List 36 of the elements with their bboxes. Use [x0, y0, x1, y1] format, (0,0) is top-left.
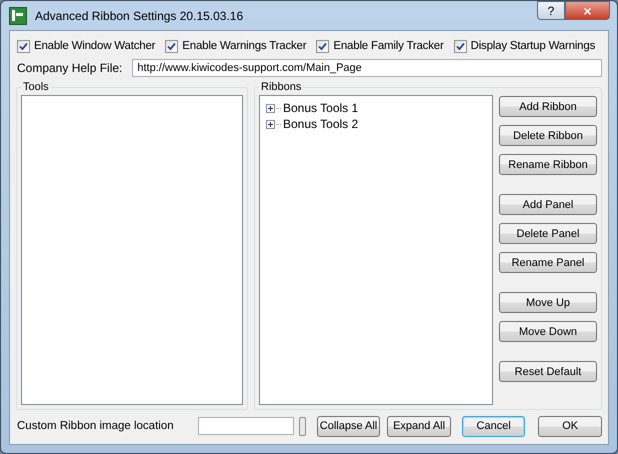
group-title: Tools: [22, 81, 50, 93]
ribbons-tree[interactable]: Bonus Tools 1 Bonus Tools 2: [259, 95, 493, 405]
dialog-button[interactable]: Collapse All: [316, 416, 380, 436]
help-button[interactable]: ?: [537, 1, 565, 20]
group-title: Ribbons: [260, 81, 302, 93]
dialog-button[interactable]: OK: [538, 416, 602, 436]
image-location-label: Custom Ribbon image location: [17, 420, 174, 432]
expand-icon[interactable]: [266, 120, 275, 128]
tree-item[interactable]: Bonus Tools 1: [283, 101, 358, 115]
checkmark-icon: [318, 42, 328, 50]
action-button[interactable]: Move Down: [499, 321, 597, 342]
action-button[interactable]: Rename Panel: [499, 252, 597, 273]
checkbox[interactable]: Enable Window Watcher: [17, 40, 156, 52]
action-button[interactable]: Reset Default: [499, 361, 597, 382]
dialog-button[interactable]: Cancel: [462, 416, 526, 436]
action-button[interactable]: Add Ribbon: [499, 96, 597, 117]
help-file-label: Company Help File:: [17, 61, 122, 75]
tree-item[interactable]: Bonus Tools 2: [283, 117, 358, 131]
checkmark-icon: [167, 42, 176, 50]
expand-icon[interactable]: [266, 104, 275, 112]
action-button[interactable]: Move Up: [499, 292, 597, 313]
action-button[interactable]: Delete Ribbon: [499, 125, 597, 146]
app-logo-icon: [9, 6, 27, 24]
window-title: Advanced Ribbon Settings 20.15.03.16: [35, 8, 244, 22]
dialog-button[interactable]: Expand All: [387, 416, 451, 436]
checkmark-icon: [456, 42, 465, 50]
action-button[interactable]: Delete Panel: [499, 223, 597, 244]
browse-button[interactable]: [298, 416, 306, 436]
checkbox[interactable]: Display Startup Warnings: [454, 40, 596, 52]
help-file-field[interactable]: http://www.kiwicodes-support.com/Main_Page: [132, 59, 602, 77]
action-button[interactable]: Add Panel: [499, 194, 597, 215]
image-location-field[interactable]: [198, 417, 294, 435]
action-button[interactable]: Rename Ribbon: [499, 154, 597, 175]
checkbox[interactable]: Enable Warnings Tracker: [165, 40, 306, 52]
checkmark-icon: [19, 42, 28, 50]
checkbox[interactable]: Enable Family Tracker: [316, 40, 444, 52]
